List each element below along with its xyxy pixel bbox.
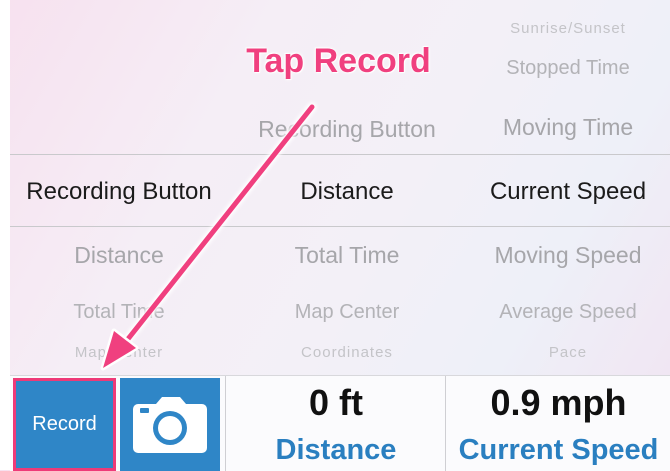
selection-bottom-divider [10,226,670,227]
camera-icon [133,396,207,453]
picker-item[interactable]: Moving Speed [466,242,670,269]
distance-value: 0 ft [309,382,363,423]
current-speed-value: 0.9 mph [490,382,627,423]
distance-stat[interactable]: 0 ft Distance [225,376,446,471]
picker-item[interactable]: Pace [466,344,670,361]
current-speed-stat[interactable]: 0.9 mph Current Speed [445,376,670,471]
picker-item[interactable]: Map Center [228,301,466,324]
picker-item[interactable]: Map Center [10,344,228,361]
record-button-label: Record [32,413,97,435]
current-speed-label: Current Speed [458,434,659,466]
picker-item[interactable]: Moving Time [466,114,670,141]
picker-item[interactable]: Total Time [228,242,466,269]
picker-column-1[interactable]: Recording Button Distance Total Time Map… [10,0,228,375]
picker-item[interactable]: Distance [10,242,228,269]
left-frame-edge [0,0,10,470]
picker-item-selected[interactable]: Current Speed [466,178,670,206]
bottom-toolbar: Record 0 ft Distance 0.9 mph Current Spe… [10,375,670,471]
picker-item[interactable]: Recording Button [228,116,466,143]
annotation-callout: Tap Record [246,42,431,80]
picker-item-selected[interactable]: Distance [228,178,466,206]
picker-item[interactable]: Total Time [10,301,228,324]
picker-item[interactable]: Stopped Time [466,57,670,80]
record-button[interactable]: Record [13,378,116,471]
picker-item[interactable]: Average Speed [466,301,670,324]
picker-item[interactable]: Sunrise/Sunset [466,20,670,37]
distance-label: Distance [275,434,397,466]
camera-button[interactable] [120,378,220,471]
picker-column-3[interactable]: Sunrise/Sunset Stopped Time Moving Time … [466,0,670,375]
picker-item[interactable]: Coordinates [228,344,466,361]
picker-item-selected[interactable]: Recording Button [10,178,228,206]
selection-top-divider [10,154,670,155]
